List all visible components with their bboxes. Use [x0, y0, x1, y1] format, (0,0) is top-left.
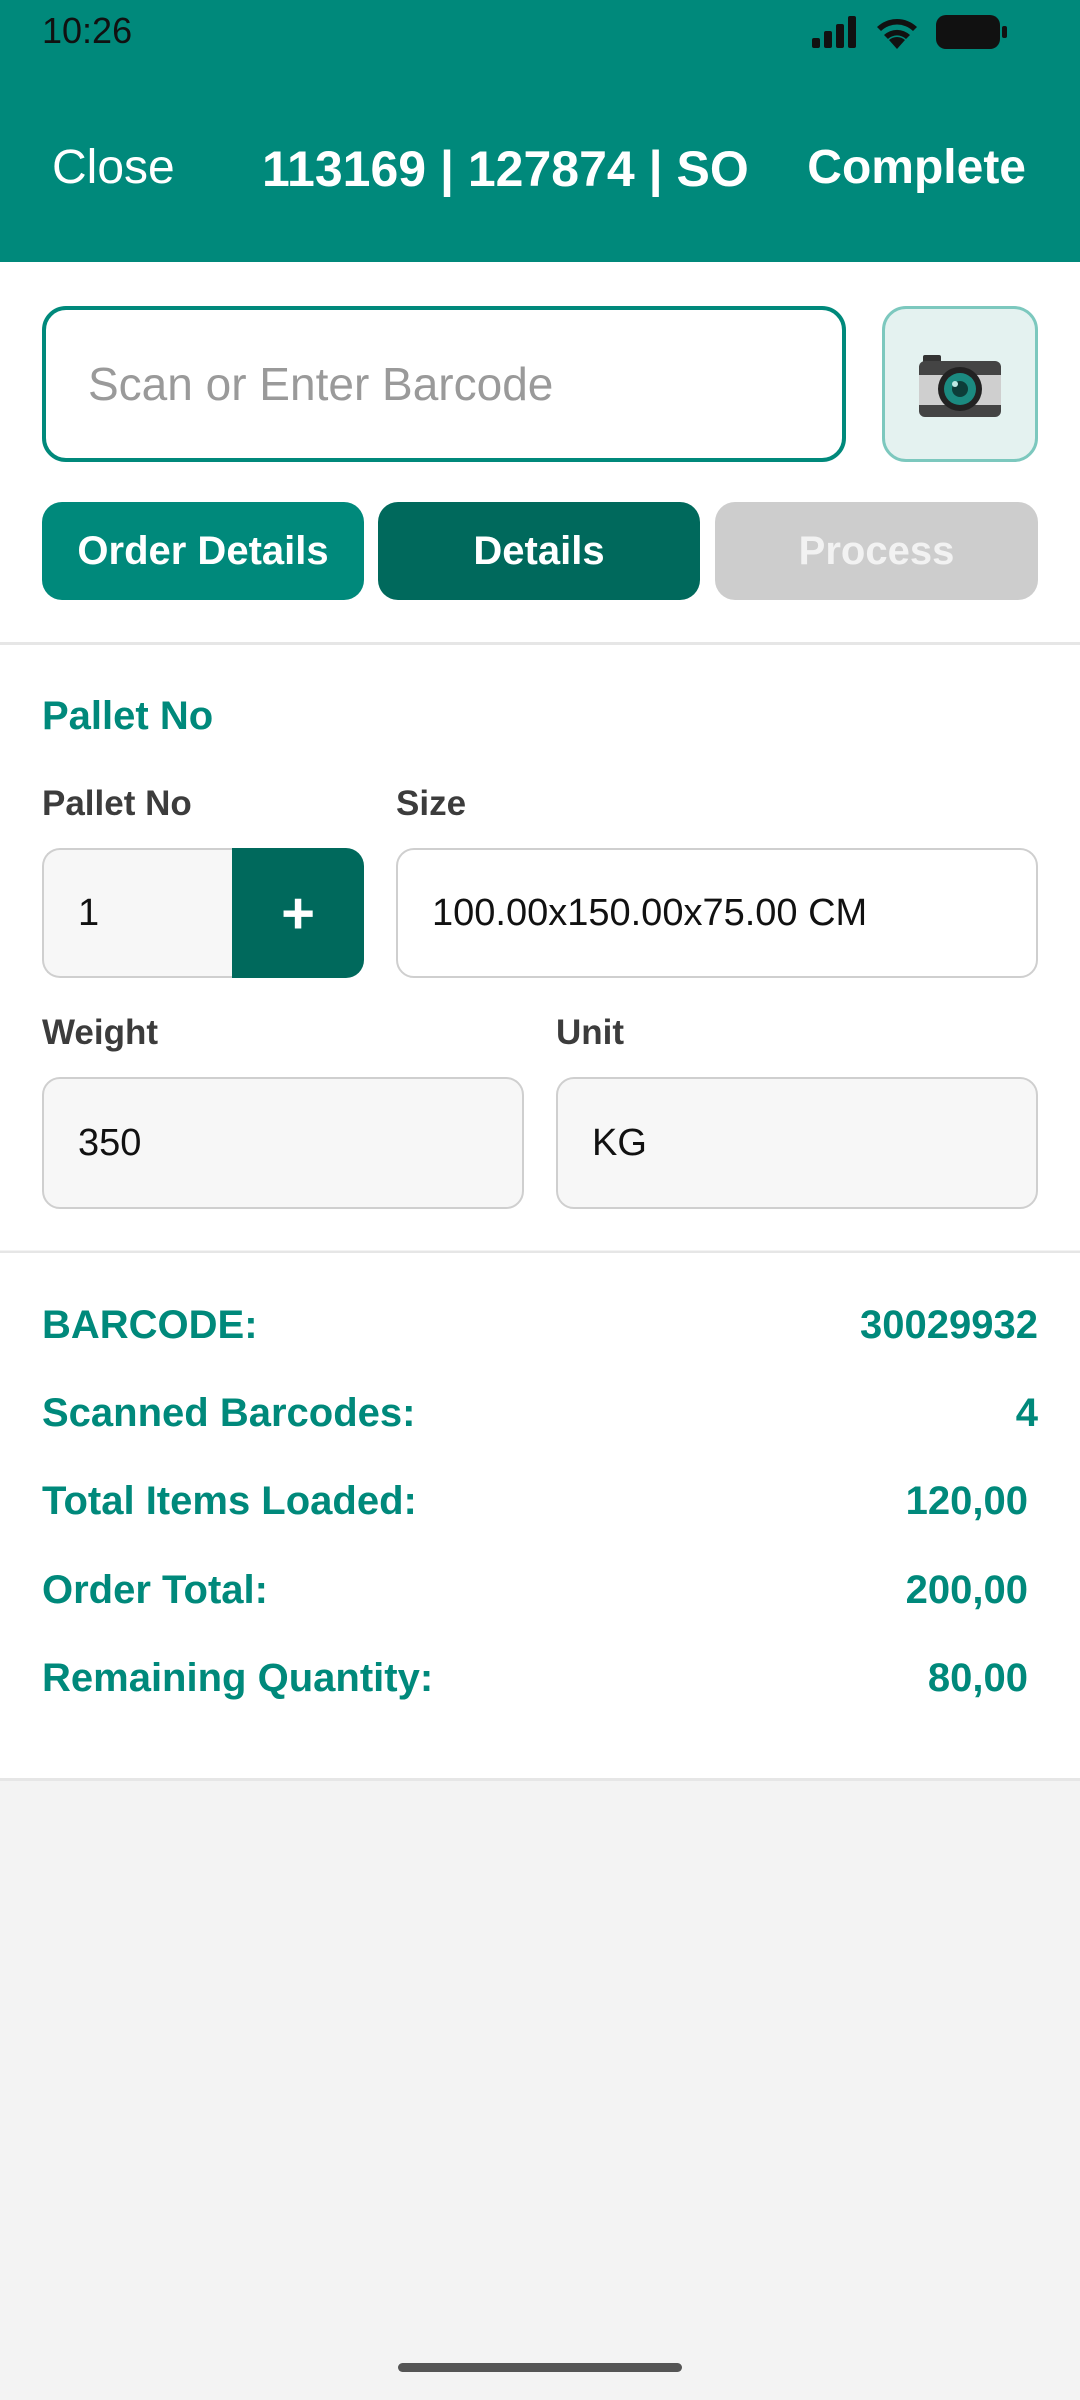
unit-field[interactable]: KG [556, 1077, 1038, 1209]
divider [0, 1778, 1080, 1781]
app-header: 10:26 Close 113169 | 127874 | SO Complet… [0, 0, 1080, 262]
pallet-no-field[interactable]: 1 [42, 848, 232, 978]
pallet-no-label: Pallet No [42, 784, 192, 823]
size-field[interactable]: 100.00x150.00x75.00 CM [396, 848, 1038, 978]
summary-label: Scanned Barcodes: [42, 1390, 416, 1435]
summary-value: 4 [1015, 1390, 1038, 1435]
unit-label: Unit [556, 1013, 625, 1052]
signal-icon [812, 16, 856, 48]
status-time: 10:26 [42, 10, 133, 51]
complete-button[interactable]: Complete [807, 140, 1026, 195]
camera-icon [919, 355, 1001, 417]
page-title: 113169 | 127874 | SO [262, 141, 749, 197]
tab-process[interactable]: Process [715, 502, 1038, 600]
close-button[interactable]: Close [52, 140, 175, 195]
pallet-section-title: Pallet No [42, 694, 214, 738]
status-icons [812, 12, 1008, 52]
barcode-input[interactable] [42, 306, 846, 462]
summary-label: Total Items Loaded: [42, 1478, 417, 1523]
summary-label: Order Total: [42, 1567, 268, 1612]
summary-value: 80,00 [927, 1655, 1028, 1700]
size-label: Size [396, 784, 467, 823]
summary-row-total-items-loaded: Total Items Loaded: 120,00 [42, 1471, 1028, 1531]
summary-value: 30029932 [860, 1302, 1038, 1347]
add-pallet-button[interactable]: + [232, 848, 364, 978]
wifi-icon [877, 19, 917, 49]
summary-value: 200,00 [905, 1567, 1028, 1612]
weight-label: Weight [42, 1013, 159, 1052]
summary-row-order-total: Order Total: 200,00 [42, 1560, 1028, 1620]
summary-label: BARCODE: [42, 1302, 258, 1347]
summary-row-remaining-quantity: Remaining Quantity: 80,00 [42, 1648, 1028, 1708]
battery-icon [936, 15, 1007, 49]
tab-details[interactable]: Details [378, 502, 700, 600]
summary-label: Remaining Quantity: [42, 1655, 434, 1700]
camera-button[interactable] [882, 306, 1038, 462]
summary-row-barcode: BARCODE: 30029932 [42, 1295, 1038, 1355]
weight-field[interactable]: 350 [42, 1077, 524, 1209]
summary-row-scanned-barcodes: Scanned Barcodes: 4 [42, 1383, 1038, 1443]
summary-value: 120,00 [905, 1478, 1028, 1523]
home-indicator[interactable] [398, 2363, 682, 2372]
tab-order-details[interactable]: Order Details [42, 502, 364, 600]
